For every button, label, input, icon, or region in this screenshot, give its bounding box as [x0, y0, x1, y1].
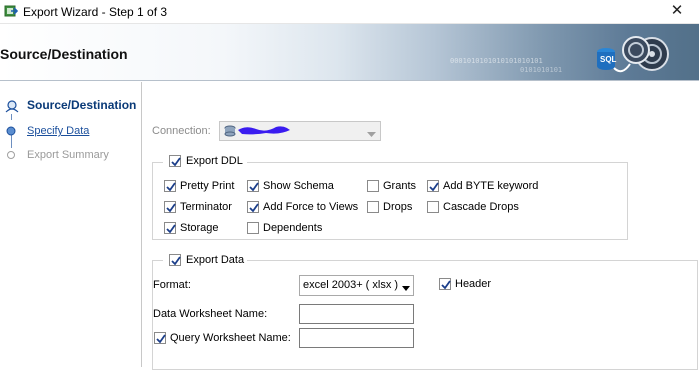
format-label: Format: [153, 279, 191, 291]
cascade-drops-label: Cascade Drops [443, 201, 519, 213]
wizard-banner: Source/Destination 000101010101010101010… [0, 24, 699, 81]
connection-label: Connection: [152, 125, 211, 137]
chevron-down-icon [402, 283, 410, 295]
export-wizard-app-icon [4, 4, 19, 18]
add-byte-keyword-label: Add BYTE keyword [443, 180, 539, 192]
step-label: Source/Destination [27, 98, 137, 112]
export-data-checkbox[interactable] [169, 254, 181, 266]
connection-dropdown[interactable] [219, 121, 381, 141]
query-worksheet-checkbox[interactable] [154, 332, 166, 344]
cascade-drops-checkbox[interactable] [427, 201, 439, 213]
query-worksheet-name-label: Query Worksheet Name: [170, 332, 291, 344]
step-specify-data[interactable]: Specify Data [0, 122, 140, 140]
dependents-label: Dependents [263, 222, 323, 234]
database-icon [224, 125, 236, 140]
dependents-checkbox[interactable] [247, 222, 259, 234]
terminator-label: Terminator [180, 201, 232, 213]
step-export-summary: Export Summary [0, 146, 140, 164]
storage-checkbox[interactable] [164, 222, 176, 234]
data-worksheet-name-input[interactable] [299, 304, 414, 324]
banner-title: Source/Destination [0, 46, 128, 62]
sql-graphic-label: SQL [600, 55, 617, 64]
step-source-destination[interactable]: Source/Destination [0, 96, 140, 114]
sql-export-graphic-icon: SQL [597, 36, 669, 73]
export-ddl-label: Export DDL [186, 155, 243, 167]
show-schema-checkbox[interactable] [247, 180, 259, 192]
redacted-connection-name [238, 126, 290, 135]
format-value: excel 2003+ ( xlsx ) [303, 279, 399, 291]
title-bar: Export Wizard - Step 1 of 3 ✕ [0, 0, 699, 24]
add-force-to-views-label: Add Force to Views [263, 201, 359, 213]
export-ddl-checkbox[interactable] [169, 155, 181, 167]
drops-label: Drops [383, 201, 413, 213]
drops-checkbox[interactable] [367, 201, 379, 213]
banner-binary-decoration-2: 0101010101 [520, 66, 563, 74]
step-circle-icon [5, 149, 19, 166]
header-checkbox[interactable] [439, 278, 451, 290]
export-data-header: Export Data [163, 252, 247, 268]
window-title: Export Wizard - Step 1 of 3 [23, 5, 168, 19]
export-ddl-header: Export DDL [163, 154, 247, 170]
step-label: Export Summary [27, 149, 109, 161]
close-window-button[interactable]: ✕ [655, 0, 699, 24]
grants-checkbox[interactable] [367, 180, 379, 192]
pretty-print-label: Pretty Print [180, 180, 235, 192]
data-worksheet-name-label: Data Worksheet Name: [153, 308, 268, 320]
current-step-icon [5, 99, 19, 116]
step-dot-icon [5, 125, 19, 142]
query-worksheet-name-input[interactable] [299, 328, 414, 348]
format-dropdown[interactable]: excel 2003+ ( xlsx ) [299, 275, 414, 296]
chevron-down-icon [367, 129, 376, 141]
pretty-print-checkbox[interactable] [164, 180, 176, 192]
banner-binary-decoration: 0001010101010101010101 [450, 57, 543, 65]
terminator-checkbox[interactable] [164, 201, 176, 213]
export-data-label: Export Data [186, 254, 245, 266]
header-label: Header [455, 278, 492, 290]
add-byte-keyword-checkbox[interactable] [427, 180, 439, 192]
wizard-steps-sidebar: Source/Destination Specify Data Export S… [0, 82, 142, 367]
show-schema-label: Show Schema [263, 180, 334, 192]
step-label: Specify Data [27, 125, 90, 137]
grants-label: Grants [383, 180, 417, 192]
storage-label: Storage [180, 222, 219, 234]
wizard-content: Connection: Export DDL Pretty Print Show… [143, 82, 699, 370]
add-force-to-views-checkbox[interactable] [247, 201, 259, 213]
